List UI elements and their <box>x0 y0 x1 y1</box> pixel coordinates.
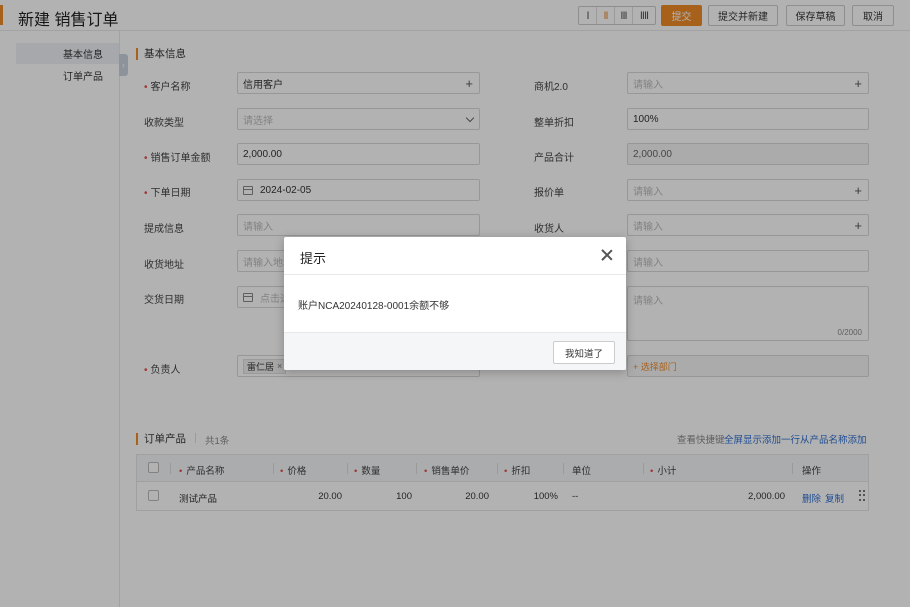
dialog-message: 账户NCA20240128-0001余额不够 <box>298 301 450 312</box>
alert-dialog: 提示 账户NCA20240128-0001余额不够 我知道了 <box>284 237 626 370</box>
acknowledge-button[interactable]: 我知道了 <box>553 341 615 364</box>
dialog-footer: 我知道了 <box>284 332 626 370</box>
dialog-title: 提示 <box>300 251 327 266</box>
dialog-header: 提示 <box>284 237 626 275</box>
close-icon[interactable] <box>601 249 613 261</box>
